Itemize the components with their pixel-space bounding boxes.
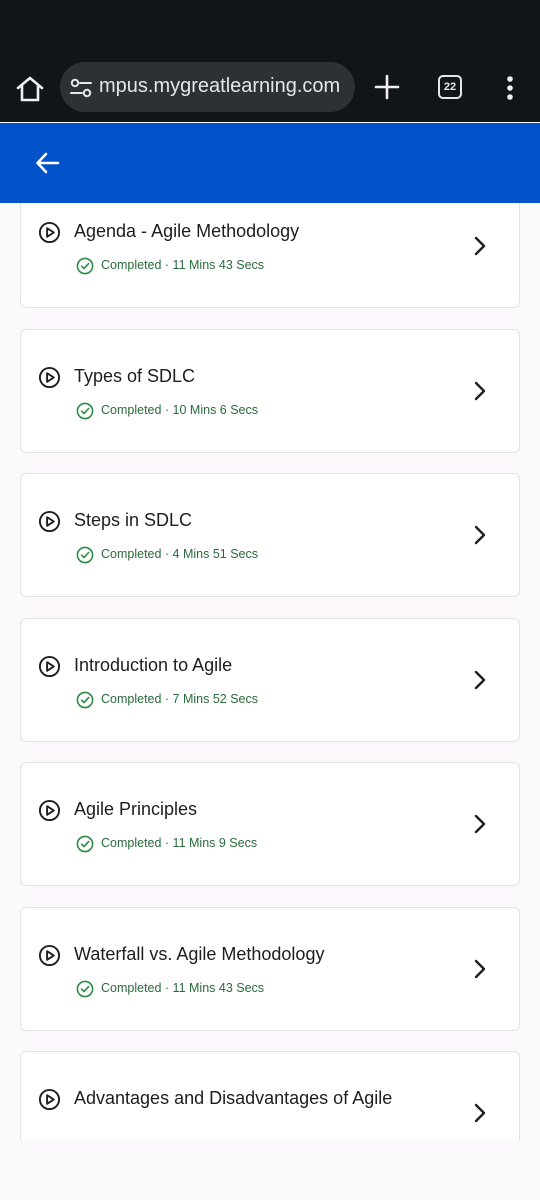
lesson-title: Agile Principles [74, 799, 198, 819]
tab-count: 22 [443, 81, 457, 93]
completed-check-icon [76, 546, 94, 564]
completed-check-icon [76, 691, 94, 708]
tab-switcher-button[interactable]: 22 [438, 75, 462, 99]
lesson-status: Completed · 7 Mins 52 Secs [101, 691, 259, 706]
play-circle-icon [38, 366, 61, 388]
play-circle-icon [38, 944, 61, 966]
browser-toolbar: mpus.mygreatlearning.com 22 [0, 56, 540, 122]
home-icon[interactable] [14, 74, 46, 104]
lesson-card[interactable]: Waterfall vs. Agile Methodology Completed… [20, 906, 520, 1031]
site-settings-icon[interactable] [69, 77, 93, 99]
lesson-card[interactable]: Agenda - Agile Methodology Completed · 11… [20, 203, 520, 308]
lesson-card[interactable]: Agile Principles Completed · 11 Mins 9 Se… [20, 762, 520, 886]
chevron-right-icon [474, 1103, 486, 1123]
address-bar[interactable]: mpus.mygreatlearning.com [60, 62, 355, 112]
new-tab-icon[interactable] [374, 74, 400, 100]
chevron-right-icon [474, 959, 486, 978]
play-circle-icon [38, 1088, 61, 1111]
url-text[interactable]: mpus.mygreatlearning.com [99, 75, 347, 98]
back-arrow-icon[interactable] [34, 150, 60, 176]
lesson-card[interactable]: Advantages and Disadvantages of Agile [20, 1051, 520, 1140]
lesson-status: Completed · 4 Mins 51 Secs [101, 547, 259, 561]
lesson-title: Waterfall vs. Agile Methodology [74, 943, 325, 964]
app-header [0, 123, 540, 203]
lesson-card[interactable]: Introduction to Agile Completed · 7 Mins … [20, 617, 520, 742]
chevron-right-icon [474, 236, 486, 256]
lesson-title: Advantages and Disadvantages of Agile [74, 1088, 393, 1108]
lesson-status: Completed · 11 Mins 43 Secs [101, 980, 265, 995]
lesson-title: Types of SDLC [74, 365, 196, 386]
status-bar [0, 0, 540, 56]
bottom-blank-area [0, 1140, 540, 1200]
more-options-icon[interactable] [500, 74, 520, 102]
chevron-right-icon [474, 814, 486, 834]
chevron-right-icon [474, 670, 486, 689]
lesson-status: Completed · 11 Mins 43 Secs [101, 258, 265, 272]
completed-check-icon [76, 980, 94, 997]
play-circle-icon [38, 510, 61, 533]
chevron-right-icon [474, 381, 486, 400]
chevron-right-icon [474, 525, 486, 545]
completed-check-icon [76, 835, 94, 853]
lesson-title: Introduction to Agile [74, 654, 233, 675]
play-circle-icon [38, 655, 61, 677]
play-circle-icon [38, 221, 61, 244]
lesson-card[interactable]: Types of SDLC Completed · 10 Mins 6 Secs [20, 328, 520, 453]
completed-check-icon [76, 402, 94, 419]
lesson-status: Completed · 10 Mins 6 Secs [101, 402, 259, 417]
lesson-card[interactable]: Steps in SDLC Completed · 4 Mins 51 Secs [20, 473, 520, 597]
lesson-list: Agenda - Agile Methodology Completed · 11… [0, 203, 540, 1140]
lesson-title: Agenda - Agile Methodology [74, 221, 300, 241]
lesson-title: Steps in SDLC [74, 510, 193, 530]
lesson-status: Completed · 11 Mins 9 Secs [101, 836, 258, 850]
completed-check-icon [76, 257, 94, 275]
play-circle-icon [38, 799, 61, 822]
